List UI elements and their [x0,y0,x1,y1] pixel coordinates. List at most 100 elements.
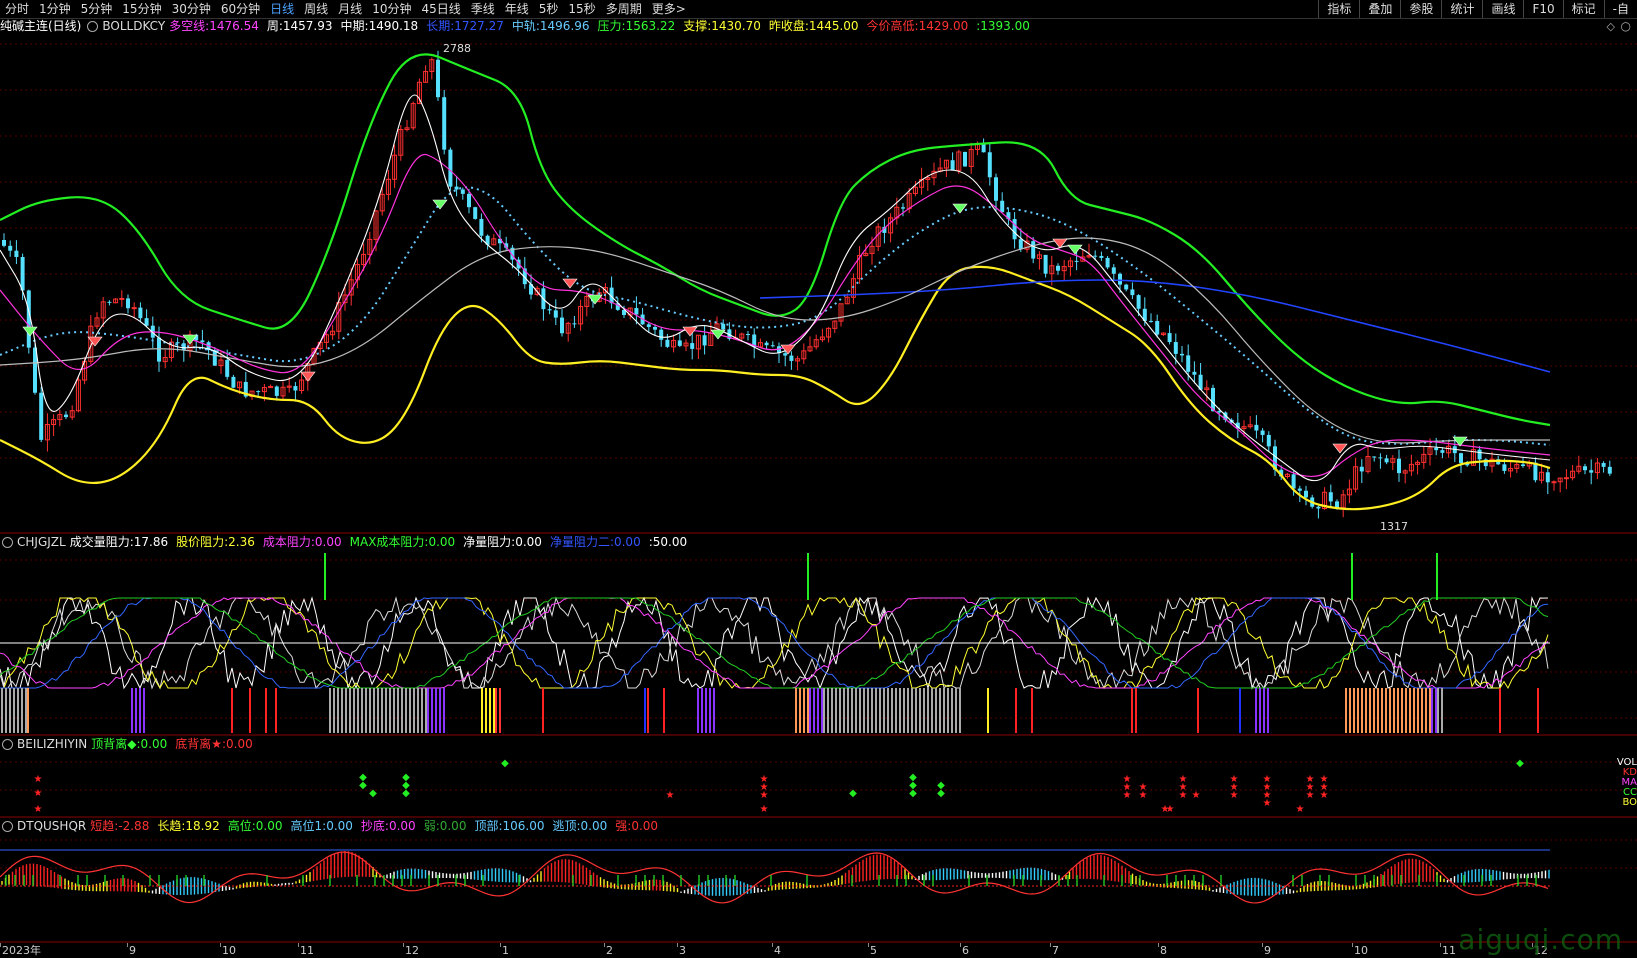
collapse-icon[interactable]: ◇ [1607,20,1615,33]
candle-body [212,350,217,366]
bottom-divergence-star-icon: ★ [1320,790,1329,801]
candle-body [2,240,6,246]
date-tick [1440,943,1441,947]
top-divergence-diamond-icon: ◆ [501,758,509,769]
date-tick-label: 6 [962,944,969,957]
candle-body [1043,254,1048,274]
candle-body [436,59,440,98]
date-tick-label: 11 [300,944,314,957]
candle-body [126,298,130,309]
candle-body [1012,219,1017,240]
candle-body [460,189,465,194]
candle-body [1551,481,1557,484]
date-tick [1262,943,1263,947]
candle-body [950,160,955,171]
candle-body [1124,284,1129,290]
candle-body [1359,466,1364,472]
candle-body [256,391,261,393]
candle-body [1440,450,1445,453]
date-tick [1352,943,1353,947]
candle-body [200,340,205,343]
candle-body [144,318,149,326]
boll-lower-line [0,265,1551,511]
close-icon[interactable]: ○ [1621,19,1631,33]
indicator-tag: BO [1622,797,1637,808]
weekly-line [0,94,1551,482]
candle-body [560,317,564,334]
candle-body [665,339,670,347]
candle-body [634,308,639,315]
date-tick [1158,943,1159,947]
candle-body [1304,490,1308,498]
candle-body [1105,257,1110,268]
bottom-divergence-star-icon: ★ [1263,798,1272,809]
signal-diamond-icon [432,199,448,210]
candle-body [1266,434,1271,447]
watermark: aiguqi.com [1458,923,1623,956]
candle-body [1167,333,1172,343]
candle-body [690,343,695,349]
date-axis [0,943,1637,958]
top-divergence-diamond-icon: ◆ [1516,758,1524,769]
candle-body [107,301,112,303]
candle-body [963,151,967,167]
date-tick-label: 1 [502,944,509,957]
candle-body [1384,458,1389,463]
date-tick [772,943,773,947]
bottom-divergence-star-icon: ★ [1230,790,1239,801]
bottom-divergence-star-icon: ★ [760,804,769,815]
candle-body [274,386,279,396]
signal-diamond-icon [22,326,38,337]
candle-body [1335,501,1339,508]
date-tick-label: 8 [1160,944,1167,957]
candle-body [1173,342,1178,354]
candle-body [1502,464,1507,471]
candle-body [981,144,986,153]
candle-body [547,309,552,311]
candle-body [454,186,459,190]
date-tick [127,943,128,947]
date-tick-label: 4 [774,944,781,957]
boll-upper-line [0,53,1551,427]
date-tick-label: 5 [870,944,877,957]
kline-chart[interactable]: ★★★★★★★★★★★★★★★★★★ ★★★★★★★★★★★★★★★◆◆◆◆◆◆◆… [0,0,1637,943]
candle-body [572,323,577,325]
date-tick [220,943,221,947]
candle-body [131,307,137,310]
bottom-divergence-star-icon: ★ [1179,790,1188,801]
top-divergence-diamond-icon: ◆ [359,780,367,791]
candle-body [901,207,905,209]
date-tick [1050,943,1051,947]
candle-body [1459,453,1463,464]
candle-body [1434,447,1439,451]
candle-body [1372,456,1377,458]
candle-body [14,250,19,258]
candle-body [659,329,664,340]
date-tick-label: 9 [1264,944,1271,957]
signal-diamond-icon [587,294,603,305]
signal-diamond-icon [780,344,796,355]
candle-body [467,193,471,208]
date-tick-label: 10 [222,944,236,957]
candle-body [64,414,68,418]
candle-body [702,335,707,346]
bottom-divergence-star-icon: ★ [34,788,43,799]
candle-body [770,345,775,347]
top-divergence-diamond-icon: ◆ [402,788,410,799]
signal-diamond-icon [952,203,968,214]
candle-body [448,149,453,187]
candle-body [1328,492,1333,502]
candle-body [1521,464,1525,466]
candle-body [1477,449,1482,460]
top-divergence-diamond-icon: ◆ [849,788,857,799]
candle-body [1192,371,1197,375]
candle-body [1180,353,1184,356]
date-tick-label: 12 [405,944,419,957]
date-tick [500,943,501,947]
candle-body [442,97,447,150]
date-tick-label: 3 [679,944,686,957]
date-tick [0,943,1,947]
bottom-divergence-star-icon: ★ [1192,790,1201,801]
top-divergence-diamond-icon: ◆ [937,788,945,799]
bottom-divergence-star-icon: ★ [1139,790,1148,801]
